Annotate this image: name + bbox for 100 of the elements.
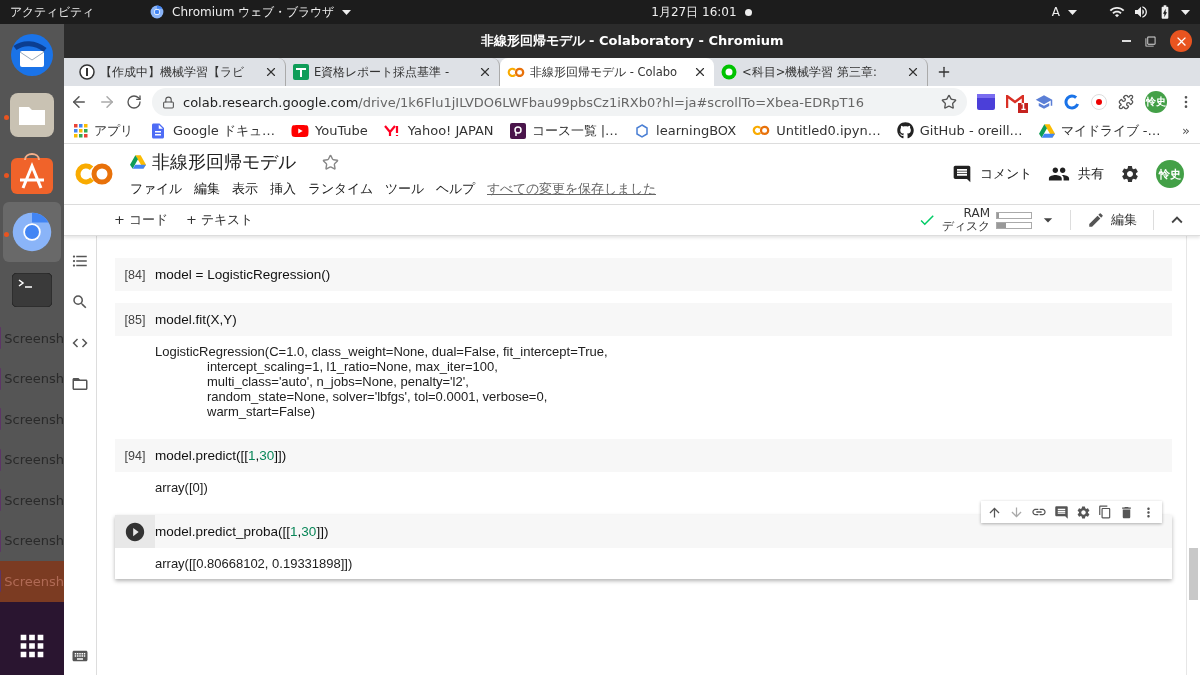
- minimize-icon: [1122, 40, 1131, 42]
- caret-icon: [342, 9, 352, 15]
- disk-label: ディスク: [942, 220, 990, 233]
- save-status-link[interactable]: すべての変更を保存しました: [487, 180, 656, 198]
- running-dot: [4, 173, 9, 178]
- menu-item[interactable]: ファイル: [130, 180, 182, 198]
- input-method-indicator[interactable]: A: [1051, 5, 1060, 19]
- more-bookmarks-button[interactable]: »: [1182, 123, 1190, 138]
- c-ring-icon[interactable]: [1064, 94, 1080, 110]
- menu-item[interactable]: ランタイム: [308, 180, 373, 198]
- running-dot: [4, 115, 9, 120]
- close-icon[interactable]: [478, 65, 492, 79]
- notebook-title[interactable]: 非線形回帰モデル: [152, 150, 296, 174]
- comment-icon: [952, 164, 972, 184]
- close-icon[interactable]: [264, 65, 278, 79]
- bookmark-link[interactable]: YouTube: [291, 121, 368, 140]
- share-button[interactable]: 共有: [1048, 163, 1104, 185]
- chromium-icon[interactable]: [11, 211, 53, 253]
- caret-icon: [1068, 9, 1077, 15]
- terminal-icon[interactable]: [12, 273, 52, 307]
- document-icon: [149, 121, 167, 140]
- back-button[interactable]: [70, 93, 88, 111]
- page-icon: [79, 64, 95, 80]
- close-icon[interactable]: [693, 65, 707, 79]
- colab-logo: [507, 66, 525, 78]
- colab-logo: [74, 162, 114, 186]
- tab-label: 【作成中】機械学習【ラビ: [100, 64, 245, 80]
- comment-icon[interactable]: [1054, 504, 1069, 520]
- extensions-icon[interactable]: [1118, 94, 1134, 110]
- pencil-icon: [1087, 211, 1105, 229]
- star-icon[interactable]: [322, 153, 339, 171]
- shopping-bag-icon[interactable]: [11, 152, 53, 194]
- address-bar[interactable]: colab.research.google.com/drive/1k6Flu1jILVDO6LWFbau99pbsCz1iRXb0?hl=ja#scrollTo=Xbea-EDRpT16: [152, 88, 967, 116]
- wifi-icon: [1109, 4, 1125, 20]
- colab-logo: [752, 125, 771, 136]
- bookmark-link[interactable]: GitHub - oreill…: [896, 122, 1023, 139]
- activities-button[interactable]: アクティビティ: [10, 3, 94, 21]
- bookmark-link[interactable]: マイドライブ -…: [1038, 121, 1161, 140]
- menu-item[interactable]: 挿入: [270, 180, 296, 198]
- code-line: model.fit(X,Y): [155, 312, 237, 327]
- search-icon[interactable]: [71, 293, 89, 311]
- plus-icon: [936, 64, 952, 80]
- comment-button[interactable]: コメント: [952, 164, 1032, 184]
- code-cell[interactable]: [84] model = LogisticRegression(): [115, 258, 1172, 291]
- execution-count: [85]: [124, 312, 146, 327]
- scrollbar-thumb[interactable]: [1189, 548, 1198, 600]
- browser-tab[interactable]: 【作成中】機械学習【ラビ: [72, 58, 286, 86]
- edit-button[interactable]: 編集: [1083, 211, 1141, 229]
- close-icon[interactable]: [906, 65, 920, 79]
- close-button[interactable]: [1170, 30, 1192, 52]
- settings-icon[interactable]: [1076, 504, 1091, 520]
- drive-icon: [1038, 122, 1055, 139]
- code-line: model.predict([[1,30]]): [155, 448, 287, 463]
- caret-icon: [1181, 9, 1190, 15]
- mail-client-icon[interactable]: [9, 32, 55, 78]
- running-dot: [4, 232, 9, 237]
- bookmark-link[interactable]: Google ドキュ…: [149, 121, 275, 140]
- code-cell[interactable]: [94] model.predict([[1,30]]): [115, 439, 1172, 472]
- copy-icon[interactable]: [1098, 505, 1112, 519]
- bookmark-link[interactable]: Yahoo! JAPAN: [383, 123, 494, 138]
- code-cell[interactable]: model.predict_proba([[1,30]]): [115, 515, 1172, 548]
- output-line: array([0]): [155, 480, 209, 495]
- output-line: warm_start=False): [206, 404, 316, 419]
- settings-icon[interactable]: [1120, 164, 1140, 184]
- output-line: LogisticRegression(C=1.0, class_weight=None, dual=False, fit_intercept=True,: [155, 344, 609, 359]
- volume-icon: [1133, 4, 1149, 20]
- browser-tab[interactable]: 非線形回帰モデル - Colabo: [500, 58, 714, 86]
- bookmark-link[interactable]: learningBOX: [634, 122, 737, 139]
- reload-button[interactable]: [126, 94, 142, 110]
- clock[interactable]: 1月27日 16:01: [651, 3, 737, 21]
- menu-item[interactable]: 編集: [194, 180, 220, 198]
- output-line: random_state=None, solver='lbfgs', tol=0.0001, verbose=0,: [206, 389, 549, 404]
- add-text-button[interactable]: + テキスト: [182, 211, 258, 229]
- ram-label: RAM: [963, 207, 990, 220]
- add-code-button[interactable]: + コード: [110, 211, 173, 229]
- app-menu[interactable]: Chromium ウェブ・ブラウザ: [172, 3, 335, 21]
- tab-label: 非線形回帰モデル - Colabo: [530, 64, 679, 80]
- browser-tab[interactable]: <科目>機械学習 第三章:: [714, 58, 928, 86]
- bookmark-link[interactable]: Untitled0.ipyn…: [752, 123, 881, 138]
- run-button[interactable]: [124, 520, 146, 543]
- browser-tab[interactable]: E資格レポート採点基準 -: [286, 58, 500, 86]
- graduation-cap-icon[interactable]: [1035, 93, 1053, 111]
- menu-item[interactable]: ツール: [385, 180, 424, 198]
- restore-button[interactable]: [1145, 35, 1156, 47]
- folder-icon[interactable]: [71, 375, 89, 393]
- tab-label: E資格レポート採点基準 -: [314, 64, 451, 80]
- output-line: multi_class='auto', n_jobs=None, penalty='l2',: [206, 374, 470, 389]
- menu-item[interactable]: 表示: [232, 180, 258, 198]
- apps-grid-icon: [74, 123, 88, 138]
- notification-dot-icon: [744, 8, 752, 16]
- code-cell[interactable]: [85] model.fit(X,Y): [115, 303, 1172, 336]
- bookmark-star-icon[interactable]: [941, 94, 957, 110]
- delete-icon[interactable]: [1119, 504, 1134, 520]
- bookmark-link[interactable]: アプリ: [74, 121, 133, 140]
- bookmark-link[interactable]: コース一覧 |…: [509, 121, 619, 140]
- course-icon: [509, 122, 526, 139]
- menu-item[interactable]: ヘルプ: [436, 180, 475, 198]
- github-icon: [896, 122, 914, 139]
- record-icon[interactable]: [1091, 94, 1107, 110]
- folder-icon[interactable]: [10, 93, 54, 137]
